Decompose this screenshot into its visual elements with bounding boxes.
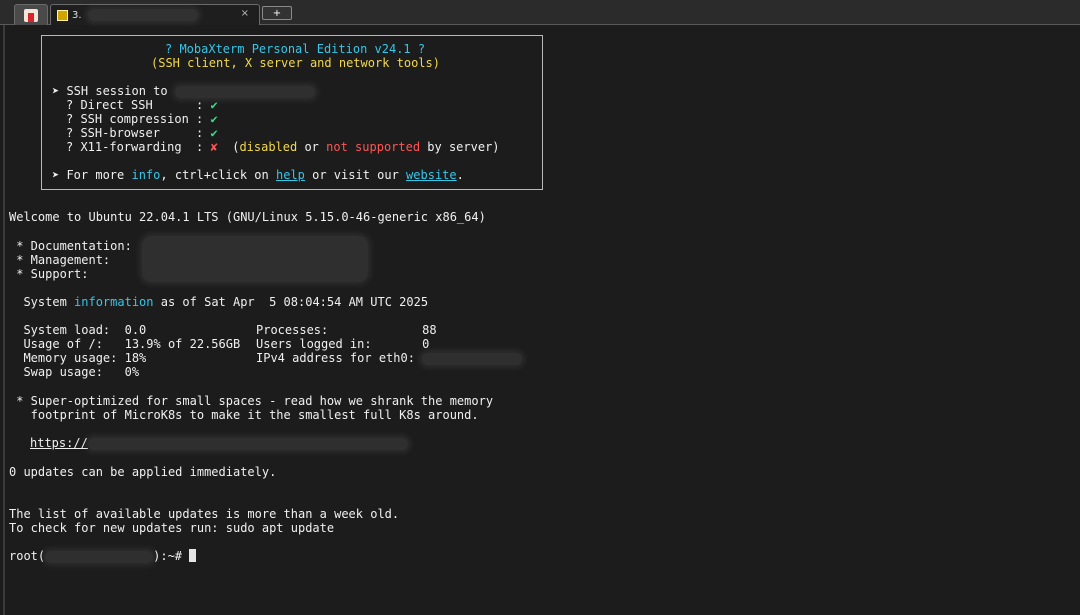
- session-tab[interactable]: 3. ×: [50, 4, 260, 25]
- redacted-session-name: [87, 9, 198, 21]
- check-icon: ✔: [210, 98, 218, 112]
- shell-prompt[interactable]: root( ):~#: [9, 549, 197, 563]
- terminal-session-icon: [57, 9, 68, 21]
- home-tab[interactable]: [14, 4, 48, 25]
- ipv4-address: IPv4 address for eth0:: [256, 351, 523, 365]
- more-prefix: ➤ For more: [52, 168, 132, 182]
- ssh-session-text: ➤ SSH session to: [52, 84, 168, 98]
- feature-label: ? X11-forwarding :: [66, 140, 204, 154]
- processes: Processes: 88: [256, 323, 437, 337]
- promo-url-line: https://: [30, 436, 408, 450]
- banner-subtitle: (SSH client, X server and network tools): [151, 56, 440, 70]
- sysinfo-suffix: as of Sat Apr 5 08:04:54 AM UTC 2025: [153, 295, 429, 309]
- updates-line: 0 updates can be applied immediately.: [9, 465, 277, 479]
- documentation-line: * Documentation:: [9, 239, 132, 253]
- ssh-session-line: ➤ SSH session to: [52, 84, 315, 98]
- banner-title: ? MobaXterm Personal Edition v24.1 ?: [165, 42, 426, 56]
- redacted-links: [142, 236, 368, 282]
- promo-line-2: footprint of MicroK8s to make it the sma…: [9, 408, 479, 422]
- management-line: * Management:: [9, 253, 111, 267]
- sysinfo-line: System information as of Sat Apr 5 08:04…: [9, 295, 428, 309]
- feature-label: ? SSH-browser :: [66, 126, 204, 140]
- check-icon: ✔: [210, 112, 218, 126]
- redacted-ip: [422, 352, 523, 365]
- redacted-host: [174, 85, 315, 98]
- tab-bar: 3. × +: [0, 0, 1080, 25]
- redacted-url: [87, 437, 408, 450]
- terminal-left-edge: [3, 25, 5, 615]
- more-end: .: [456, 168, 464, 182]
- info-link[interactable]: info: [131, 168, 160, 182]
- information-link[interactable]: information: [74, 295, 153, 309]
- check-icon: ✔: [210, 126, 218, 140]
- ipv4-label: IPv4 address for eth0:: [256, 351, 415, 365]
- feature-x11-forwarding: ? X11-forwarding : ✘ (disabled or not su…: [66, 140, 500, 154]
- feature-label: ? Direct SSH :: [66, 98, 204, 112]
- disk-usage: Usage of /: 13.9% of 22.56GB: [9, 337, 241, 351]
- feature-ssh-compression: ? SSH compression : ✔: [66, 112, 218, 126]
- terminal-cursor: [189, 549, 197, 562]
- welcome-line: Welcome to Ubuntu 22.04.1 LTS (GNU/Linux…: [9, 210, 486, 224]
- more-mid2: or visit our: [304, 168, 407, 182]
- support-line: * Support:: [9, 267, 89, 281]
- feature-ssh-browser: ? SSH-browser : ✔: [66, 126, 218, 140]
- promo-line-1: * Super-optimized for small spaces - rea…: [9, 394, 494, 408]
- session-tab-label: 3.: [72, 9, 82, 21]
- new-tab-button[interactable]: +: [262, 6, 292, 20]
- more-info-line: ➤ For more info, ctrl+click on help or v…: [52, 168, 464, 182]
- feature-label: ? SSH compression :: [66, 112, 204, 126]
- more-mid: , ctrl+click on: [160, 168, 276, 182]
- feature-direct-ssh: ? Direct SSH : ✔: [66, 98, 218, 112]
- swap-usage: Swap usage: 0%: [9, 365, 140, 379]
- check-updates-line: To check for new updates run: sudo apt u…: [9, 521, 335, 535]
- home-icon: [24, 8, 38, 22]
- system-load: System load: 0.0: [9, 323, 147, 337]
- prompt-user: root(: [9, 549, 46, 563]
- prompt-suffix: ):~#: [153, 549, 190, 563]
- memory-usage: Memory usage: 18%: [9, 351, 147, 365]
- updates-old-line: The list of available updates is more th…: [9, 507, 400, 521]
- x11-note-not-supported: not supported: [326, 140, 421, 154]
- help-link[interactable]: help: [276, 168, 305, 182]
- users-logged-in: Users logged in: 0: [256, 337, 430, 351]
- x11-note-disabled: disabled: [239, 140, 298, 154]
- x11-note-or: or: [297, 140, 327, 154]
- sysinfo-prefix: System: [9, 295, 75, 309]
- promo-url[interactable]: https://: [30, 436, 88, 450]
- website-link[interactable]: website: [406, 168, 457, 182]
- close-tab-icon[interactable]: ×: [241, 8, 249, 19]
- redacted-hostname: [45, 550, 154, 563]
- x11-note-tail: by server): [420, 140, 500, 154]
- cross-icon: ✘: [210, 140, 218, 154]
